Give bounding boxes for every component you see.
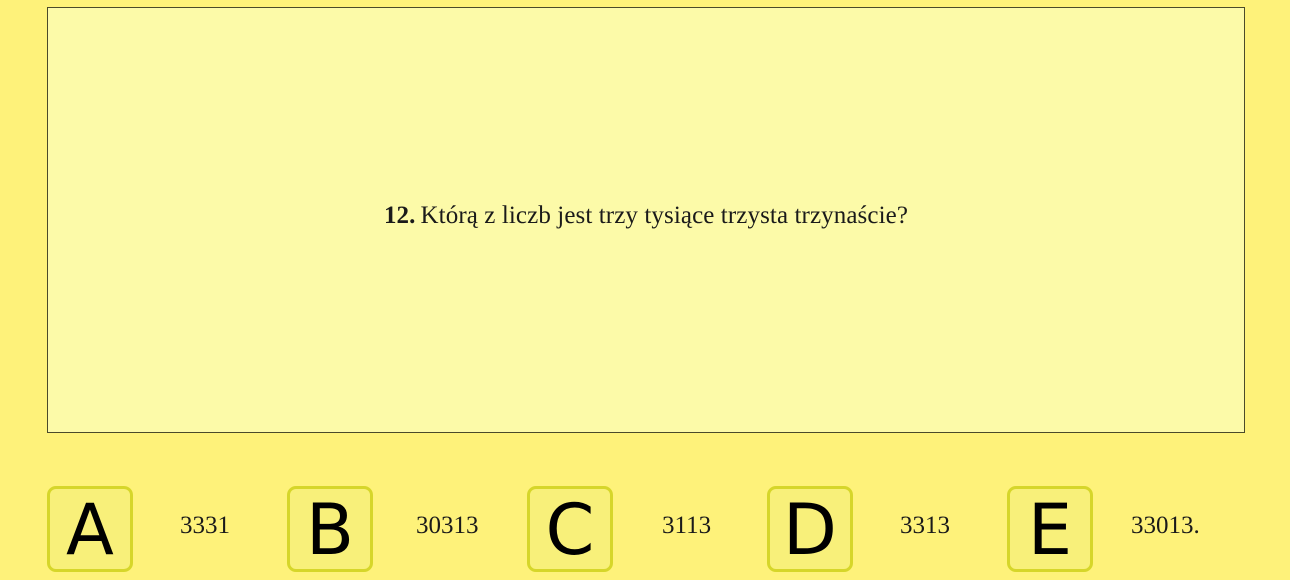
answer-option-c[interactable]: C 3113 [527,486,757,572]
answer-tile-b[interactable]: B [287,486,373,572]
answer-letter-a: A [66,489,114,571]
answer-letter-e: E [1027,489,1073,571]
answer-tile-c[interactable]: C [527,486,613,572]
answer-option-a[interactable]: A 3331 [47,486,277,572]
answer-value-c: 3113 [662,512,712,539]
answer-tile-a[interactable]: A [47,486,133,572]
answer-letter-d: D [783,489,837,571]
answer-option-e[interactable]: E 33013. [1007,486,1237,572]
answer-value-d: 3313 [900,512,950,539]
answer-option-d[interactable]: D 3313 [767,486,997,572]
answer-tile-e[interactable]: E [1007,486,1093,572]
answer-value-b: 30313 [416,512,479,539]
answer-tile-d[interactable]: D [767,486,853,572]
answer-letter-c: C [545,489,595,571]
answer-value-e: 33013. [1131,512,1200,539]
answer-option-b[interactable]: B 30313 [287,486,517,572]
answer-options: A 3331 B 30313 C 3113 D 3313 E 33013. [0,0,1290,580]
answer-value-a: 3331 [180,512,230,539]
answer-letter-b: B [305,489,355,571]
